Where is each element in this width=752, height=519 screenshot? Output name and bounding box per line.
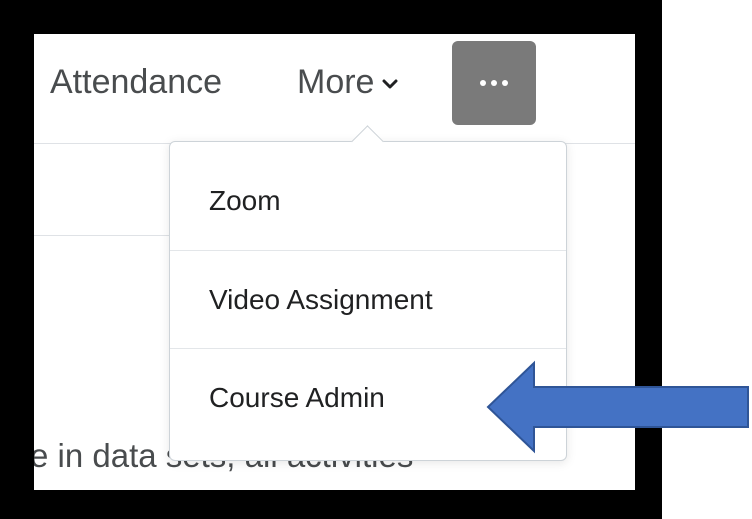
menu-item-zoom[interactable]: Zoom (170, 152, 566, 250)
chevron-down-icon (382, 79, 398, 89)
ellipsis-icon (502, 80, 508, 86)
nav-more-label: More (297, 63, 375, 101)
nav-more-menu[interactable]: More (297, 62, 398, 102)
annotation-arrow-icon (486, 360, 749, 454)
nav-link-attendance[interactable]: Attendance (50, 62, 222, 102)
content-divider (34, 235, 169, 236)
overflow-menu-button[interactable] (452, 41, 536, 125)
ellipsis-icon (480, 80, 486, 86)
ellipsis-icon (491, 80, 497, 86)
menu-item-video-assignment[interactable]: Video Assignment (170, 250, 566, 348)
